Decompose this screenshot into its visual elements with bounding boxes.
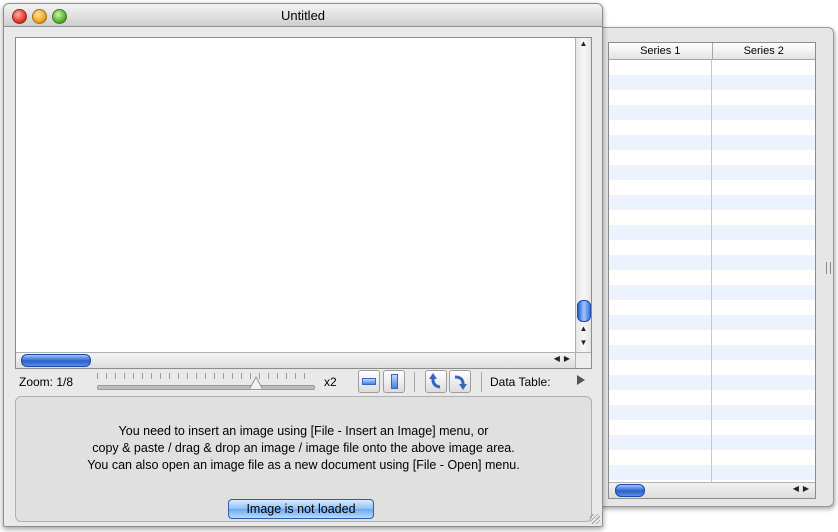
window-title: Untitled: [280, 8, 326, 23]
image-area[interactable]: ▲ ▲ ▼ ◀▶: [15, 37, 592, 369]
instruction-text: You need to insert an image using [File …: [16, 423, 591, 474]
scroll-down-arrow-icon[interactable]: ▼: [576, 338, 591, 347]
main-window: Untitled ▲ ▲ ▼ ◀▶ Zoom: 1/8 x2 Data Tabl…: [3, 3, 603, 527]
zoom-max-label: x2: [324, 375, 337, 389]
column-header-series-1[interactable]: Series 1: [609, 43, 713, 59]
horizontal-scroll-thumb[interactable]: [21, 354, 91, 367]
horizontal-scrollbar[interactable]: ◀▶: [16, 352, 576, 368]
title-bar[interactable]: Untitled: [4, 4, 602, 27]
zoom-label: Zoom: 1/8: [19, 375, 74, 389]
scroll-arrows[interactable]: ◀▶: [554, 354, 574, 363]
fit-height-button[interactable]: [383, 370, 405, 393]
rotate-left-icon: [429, 373, 441, 389]
fit-width-icon: [362, 378, 376, 385]
toolbar-separator: [481, 372, 482, 392]
zoom-slider[interactable]: [97, 385, 315, 390]
disclosure-triangle-icon[interactable]: [577, 375, 585, 385]
drawer-resize-handle[interactable]: [826, 262, 831, 274]
zoom-slider-knob[interactable]: [249, 376, 263, 389]
scroll-corner: [575, 352, 591, 368]
scroll-top-cap: ▲: [579, 39, 588, 48]
rotate-left-button[interactable]: [425, 370, 447, 393]
instruction-line-3: You can also open an image file as a new…: [87, 458, 520, 472]
data-table-header: Series 1 Series 2: [609, 43, 815, 60]
rotate-right-button[interactable]: [449, 370, 471, 393]
data-table-label: Data Table:: [490, 375, 551, 389]
instruction-line-2: copy & paste / drag & drop an image / im…: [92, 441, 515, 455]
scroll-up-arrow-icon[interactable]: ▲: [576, 324, 591, 333]
data-table-drawer: Series 1 Series 2 ◀▶: [598, 27, 834, 507]
scroll-arrows[interactable]: ◀▶: [793, 484, 813, 493]
instruction-line-1: You need to insert an image using [File …: [118, 424, 489, 438]
image-status-button[interactable]: Image is not loaded: [228, 499, 374, 519]
data-table-rows[interactable]: [609, 60, 815, 482]
message-panel: You need to insert an image using [File …: [15, 396, 592, 522]
window-resize-grip[interactable]: [590, 514, 600, 524]
toolbar-separator: [414, 372, 415, 392]
column-divider: [711, 60, 712, 482]
zoom-slider-ticks: [97, 373, 313, 379]
fit-height-icon: [391, 374, 398, 389]
rotate-right-icon: [454, 375, 467, 390]
data-table-horizontal-scrollbar[interactable]: ◀▶: [609, 482, 815, 498]
data-table[interactable]: Series 1 Series 2 ◀▶: [608, 42, 816, 499]
data-table-scroll-thumb[interactable]: [615, 484, 645, 497]
column-header-series-2[interactable]: Series 2: [713, 43, 816, 59]
vertical-scroll-thumb[interactable]: [577, 300, 591, 322]
vertical-scrollbar[interactable]: ▲ ▲ ▼: [575, 38, 591, 353]
fit-width-button[interactable]: [358, 370, 380, 393]
